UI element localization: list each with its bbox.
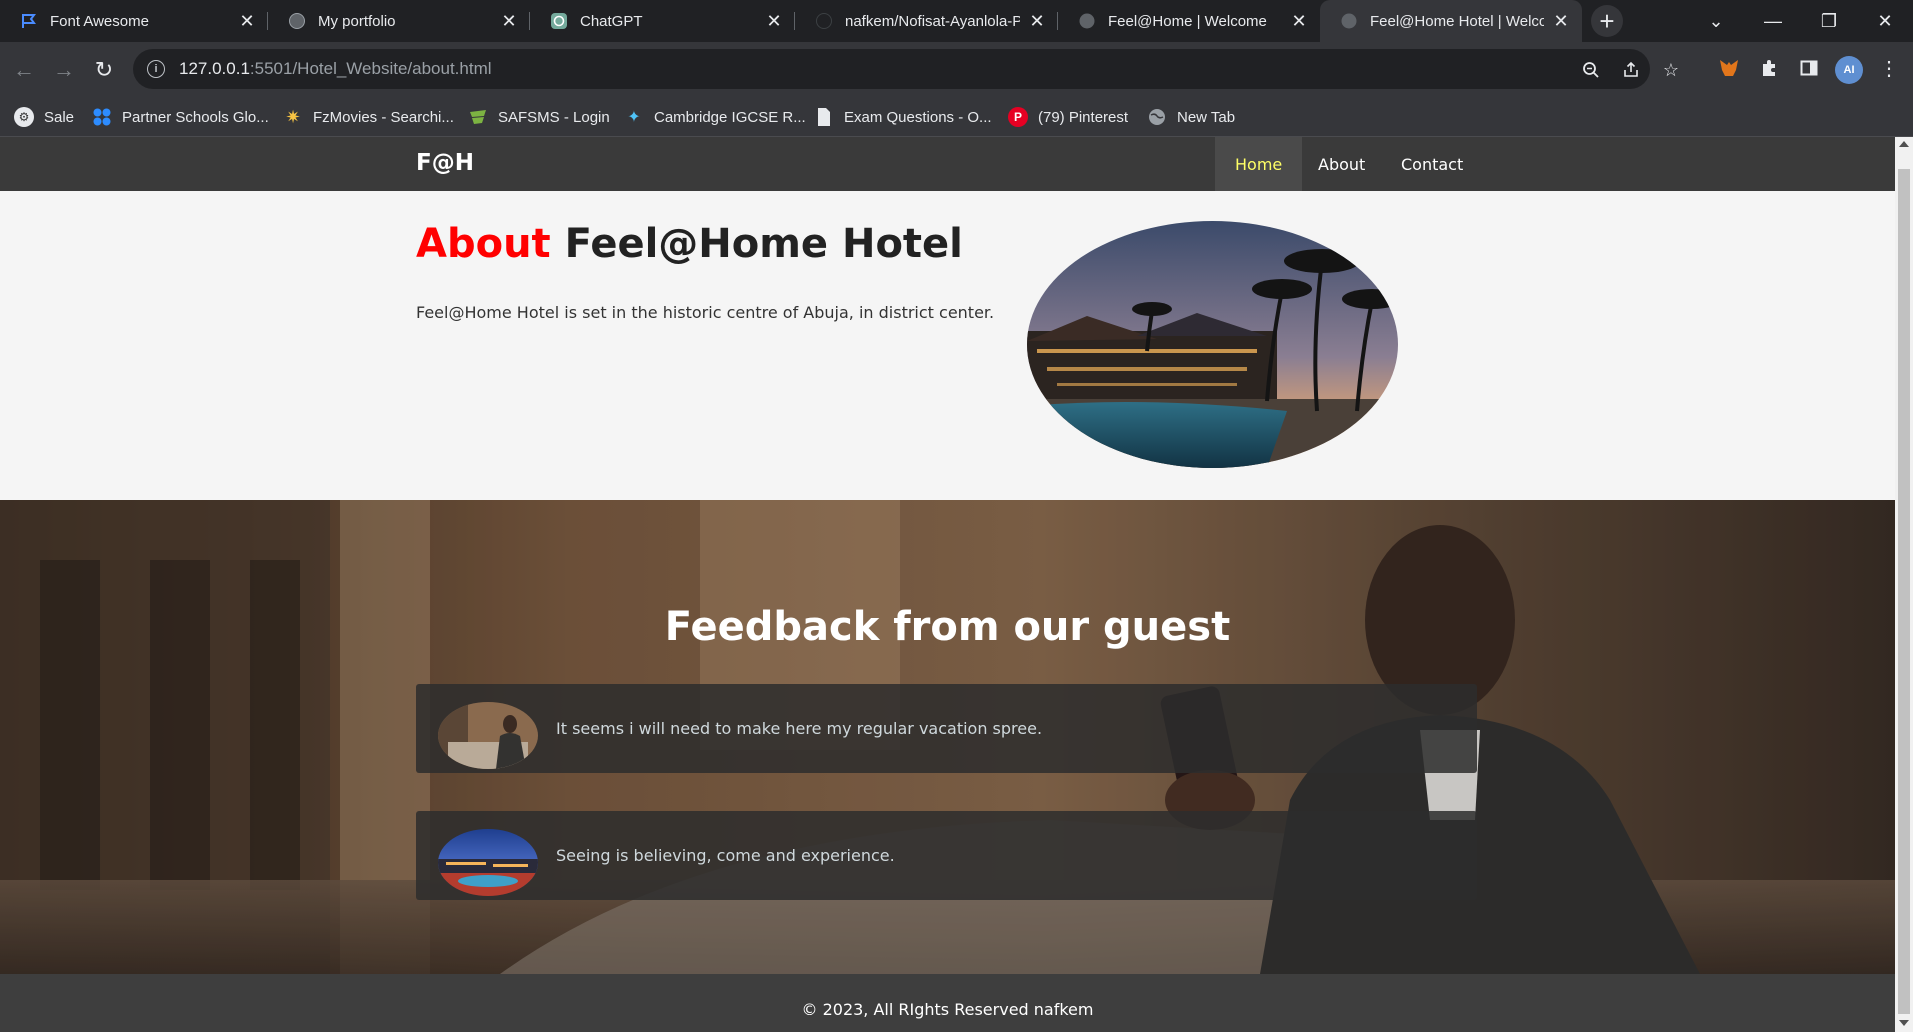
- chatgpt-icon: [550, 12, 568, 30]
- side-panel-icon[interactable]: [1796, 55, 1822, 81]
- cambridge-icon: ✦: [627, 109, 641, 126]
- about-section: About Feel@Home Hotel Feel@Home Hotel is…: [0, 191, 1895, 500]
- tab-title: My portfolio: [318, 12, 396, 30]
- tab-feelathome-hotel-active[interactable]: Feel@Home Hotel | Welcom ✕: [1320, 0, 1582, 42]
- bookmark-cambridge[interactable]: ✦ Cambridge IGCSE R...: [624, 105, 806, 129]
- feedback-heading: Feedback from our guest: [664, 604, 1231, 650]
- bookmark-star-icon[interactable]: ☆: [1660, 59, 1682, 81]
- scrollbar-thumb[interactable]: [1898, 169, 1910, 1014]
- bookmark-label: Sale: [44, 108, 75, 126]
- about-heading-highlight: About: [416, 221, 551, 267]
- github-icon: [815, 12, 833, 30]
- browser-toolbar: ← → ↻ i 127.0.0.1:5501/Hotel_Website/abo…: [0, 42, 1913, 97]
- bookmark-label: Exam Questions - O...: [844, 108, 992, 126]
- close-icon[interactable]: ✕: [238, 11, 256, 32]
- tab-title: Feel@Home Hotel | Welcom: [1370, 12, 1544, 30]
- guest-avatar-image: [438, 702, 538, 769]
- globe-icon: [1078, 12, 1096, 30]
- bookmark-label: SAFSMS - Login: [498, 108, 610, 126]
- pinterest-icon: P: [1008, 107, 1028, 127]
- tab-chatgpt[interactable]: ChatGPT ✕: [530, 0, 795, 42]
- feedback-text: It seems i will need to make here my reg…: [556, 719, 1043, 738]
- site-navbar: F@H Home About Contact: [0, 137, 1895, 191]
- scroll-down-arrow-icon[interactable]: [1899, 1020, 1909, 1026]
- bookmark-partner-schools[interactable]: Partner Schools Glo...: [92, 105, 269, 129]
- bookmark-exam-questions[interactable]: Exam Questions - O...: [814, 105, 992, 129]
- tab-my-portfolio[interactable]: My portfolio ✕: [268, 0, 530, 42]
- page-viewport: F@H Home About Contact About Feel@Home H…: [0, 137, 1895, 1032]
- metamask-icon[interactable]: [1716, 55, 1742, 81]
- tab-font-awesome[interactable]: Font Awesome ✕: [0, 0, 268, 42]
- feedback-section: Feedback from our guest It seems i will …: [0, 500, 1895, 974]
- page-scrollbar[interactable]: [1895, 137, 1913, 1032]
- extensions-puzzle-icon[interactable]: [1756, 55, 1782, 81]
- tab-strip: Font Awesome ✕ My portfolio ✕ ChatGPT ✕ …: [0, 0, 1913, 42]
- share-icon[interactable]: [1620, 59, 1642, 81]
- bookmark-pinterest[interactable]: P (79) Pinterest: [1008, 105, 1128, 129]
- partner-icon: [92, 107, 112, 127]
- about-heading: About Feel@Home Hotel: [416, 221, 963, 267]
- bookmark-label: New Tab: [1177, 108, 1236, 126]
- sale-icon: ⚙: [14, 107, 34, 127]
- tab-github[interactable]: nafkem/Nofisat-Ayanlola-P ✕: [795, 0, 1058, 42]
- hotel-photo: [1027, 221, 1398, 468]
- copyright-text: © 2023, All RIghts Reserved nafkem: [801, 1000, 1094, 1019]
- url-path: :5501/Hotel_Website/about.html: [249, 59, 492, 78]
- back-arrow-icon[interactable]: ←: [8, 54, 40, 86]
- close-icon[interactable]: ✕: [1028, 11, 1046, 32]
- close-icon[interactable]: ✕: [765, 11, 783, 32]
- site-logo[interactable]: F@H: [416, 150, 474, 176]
- kebab-menu-icon[interactable]: ⋮: [1876, 55, 1902, 81]
- bookmarks-bar: ⚙ Sale Partner Schools Glo... ✷ FzMovies…: [0, 97, 1913, 137]
- tab-search-chevron-icon[interactable]: ⌄: [1688, 0, 1744, 42]
- restore-icon[interactable]: ❐: [1801, 0, 1857, 42]
- resort-avatar-image: [438, 829, 538, 896]
- tab-title: Font Awesome: [50, 12, 149, 30]
- feedback-card: It seems i will need to make here my reg…: [416, 684, 1477, 773]
- bookmark-sale[interactable]: ⚙ Sale: [14, 105, 74, 129]
- zoom-icon[interactable]: [1580, 59, 1602, 81]
- feedback-card: Seeing is believing, come and experience…: [416, 811, 1477, 900]
- tab-title: Feel@Home | Welcome: [1108, 12, 1267, 30]
- feedback-text: Seeing is believing, come and experience…: [556, 846, 895, 865]
- flag-icon: [20, 12, 38, 30]
- nav-about-link[interactable]: About: [1298, 137, 1385, 191]
- nav-contact-link[interactable]: Contact: [1381, 137, 1483, 191]
- bookmark-safsms[interactable]: SAFSMS - Login: [468, 105, 610, 129]
- bookmark-label: Cambridge IGCSE R...: [654, 108, 806, 126]
- address-bar[interactable]: i 127.0.0.1:5501/Hotel_Website/about.htm…: [133, 49, 1679, 89]
- reload-icon[interactable]: ↻: [88, 54, 120, 86]
- nav-home-link[interactable]: Home: [1215, 137, 1303, 191]
- url-text[interactable]: 127.0.0.1:5501/Hotel_Website/about.html: [179, 59, 492, 79]
- new-tab-button[interactable]: +: [1591, 5, 1623, 37]
- bookmark-label: (79) Pinterest: [1038, 108, 1129, 126]
- document-icon: [814, 107, 834, 127]
- minimize-icon[interactable]: —: [1745, 0, 1801, 42]
- bookmark-label: Partner Schools Glo...: [122, 108, 269, 126]
- globe-icon: [288, 12, 306, 30]
- forward-arrow-icon[interactable]: →: [48, 54, 80, 86]
- globe-icon: [1340, 12, 1358, 30]
- about-description: Feel@Home Hotel is set in the historic c…: [416, 303, 995, 322]
- site-info-icon[interactable]: i: [147, 60, 165, 78]
- window-close-icon[interactable]: ✕: [1857, 0, 1913, 42]
- profile-avatar[interactable]: AI: [1835, 56, 1863, 84]
- close-icon[interactable]: ✕: [1290, 11, 1308, 32]
- tab-feelathome-welcome[interactable]: Feel@Home | Welcome ✕: [1058, 0, 1320, 42]
- safsms-icon: [468, 107, 488, 127]
- tab-title: ChatGPT: [580, 12, 643, 30]
- globe-icon: [1147, 107, 1167, 127]
- about-heading-rest: Feel@Home Hotel: [564, 221, 963, 267]
- scroll-up-arrow-icon[interactable]: [1899, 141, 1909, 147]
- tab-title: nafkem/Nofisat-Ayanlola-P: [845, 12, 1020, 30]
- url-host: 127.0.0.1: [179, 59, 250, 78]
- close-icon[interactable]: ✕: [1552, 11, 1570, 32]
- site-footer: © 2023, All RIghts Reserved nafkem: [0, 974, 1895, 1032]
- bookmark-fzmovies[interactable]: ✷ FzMovies - Searchi...: [283, 105, 454, 129]
- close-icon[interactable]: ✕: [500, 11, 518, 32]
- bookmark-label: FzMovies - Searchi...: [313, 108, 454, 126]
- bookmark-new-tab[interactable]: New Tab: [1147, 105, 1235, 129]
- fzmovies-icon: ✷: [285, 106, 301, 127]
